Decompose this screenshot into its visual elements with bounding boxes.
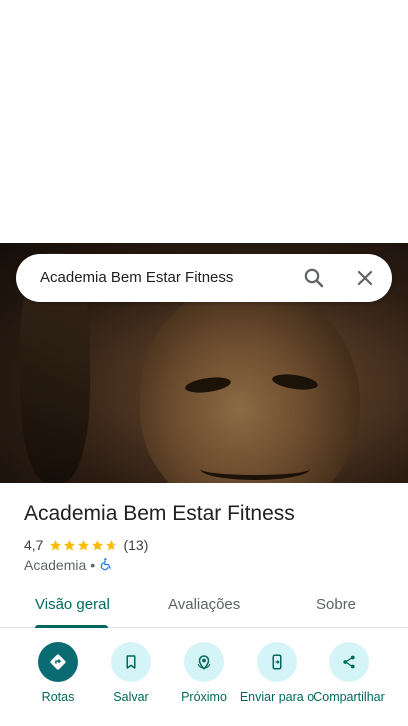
- nearby-icon: [184, 642, 224, 682]
- search-icon[interactable]: [302, 266, 326, 290]
- send-to-phone-icon: [257, 642, 297, 682]
- photo-face: [140, 283, 360, 483]
- tab-reviews[interactable]: Avaliações: [168, 596, 240, 613]
- map-area: [0, 0, 408, 243]
- rating-stars: [49, 539, 119, 552]
- save-button[interactable]: Salvar: [91, 640, 171, 705]
- send-to-phone-button[interactable]: Enviar para o: [237, 640, 317, 705]
- category-label: Academia: [24, 557, 87, 573]
- star-icon: [92, 539, 104, 550]
- active-tab-indicator: [35, 625, 108, 628]
- directions-icon: [38, 642, 78, 682]
- separator-dot: •: [90, 557, 96, 573]
- tab-overview[interactable]: Visão geral: [35, 596, 110, 613]
- star-icon: [64, 539, 76, 550]
- share-button[interactable]: Compartilhar: [309, 640, 389, 705]
- search-bar[interactable]: Academia Bem Estar Fitness: [16, 254, 392, 302]
- nearby-button[interactable]: Próximo: [164, 640, 244, 705]
- rating-value: 4,7: [24, 537, 44, 553]
- star-icon: [106, 539, 118, 550]
- search-query[interactable]: Academia Bem Estar Fitness: [40, 269, 233, 286]
- review-count[interactable]: (13): [123, 537, 148, 553]
- share-icon: [329, 642, 369, 682]
- save-label: Salvar: [113, 690, 149, 704]
- tab-about[interactable]: Sobre: [316, 596, 356, 613]
- tab-bar: Visão geral Avaliações Sobre: [0, 588, 408, 628]
- directions-label: Rotas: [41, 690, 75, 704]
- action-buttons: Rotas Salvar Próximo Enviar para o Compa…: [0, 640, 408, 726]
- rating-row[interactable]: 4,7 (13): [24, 536, 148, 554]
- close-icon[interactable]: [353, 266, 377, 290]
- directions-button[interactable]: Rotas: [18, 640, 98, 705]
- nearby-label: Próximo: [181, 690, 227, 704]
- bookmark-icon: [111, 642, 151, 682]
- share-label: Compartilhar: [313, 690, 385, 704]
- star-icon: [78, 539, 90, 550]
- photo-mouth: [200, 458, 310, 480]
- send-to-phone-label: Enviar para o: [239, 690, 315, 704]
- place-title: Academia Bem Estar Fitness: [24, 502, 295, 525]
- star-icon: [50, 539, 62, 550]
- category-row: Academia •: [24, 556, 113, 574]
- wheelchair-accessible-icon: [99, 557, 113, 574]
